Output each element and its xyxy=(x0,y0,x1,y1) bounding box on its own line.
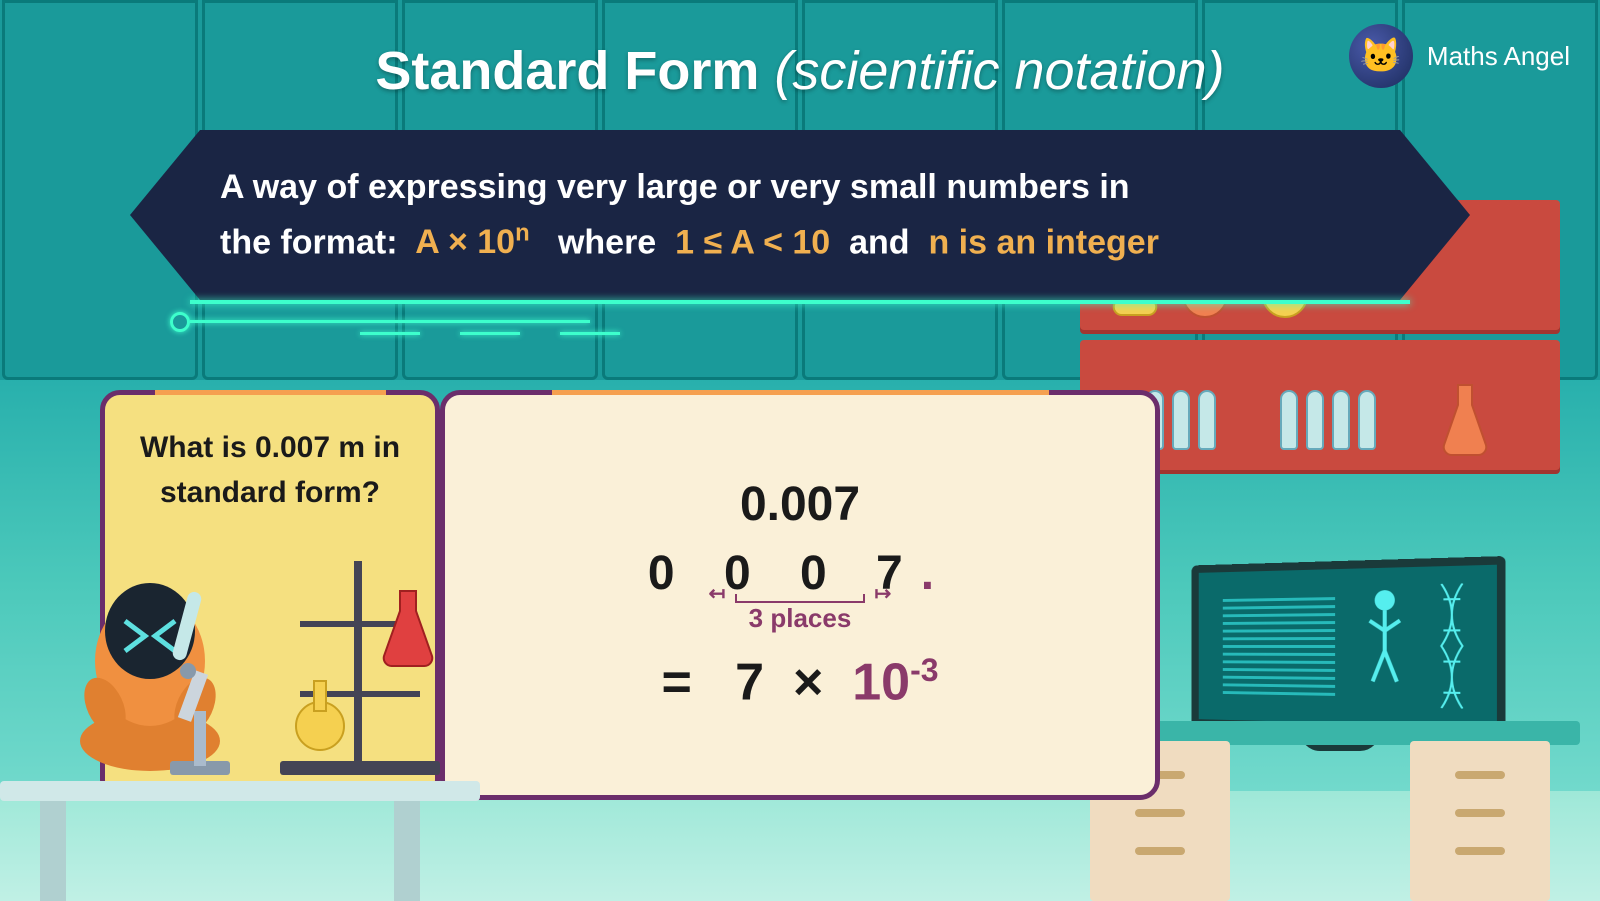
title-main: Standard Form xyxy=(375,41,759,101)
definition-where: where xyxy=(558,223,656,261)
definition-prefix: the format: xyxy=(220,223,398,261)
work-result: = 7 × 10-3 xyxy=(661,652,938,712)
definition-formula: A × 10n xyxy=(415,223,529,261)
monitor-icon xyxy=(1192,556,1506,736)
desk-left xyxy=(0,621,500,901)
definition-and: and xyxy=(849,223,909,261)
definition-line1: A way of expressing very large or very s… xyxy=(220,168,1130,206)
places-label: 3 places xyxy=(749,603,852,634)
page-title: Standard Form (scientific notation) xyxy=(0,40,1600,102)
answer-panel: 0.007 0 0 0 7. 3 places = 7 × 10-3 xyxy=(440,390,1160,800)
definition-banner: A way of expressing very large or very s… xyxy=(130,130,1470,300)
lab-stand-icon xyxy=(270,551,450,781)
definition-integer: n is an integer xyxy=(928,223,1159,261)
question-text: What is 0.007 m in standard form? xyxy=(131,425,409,515)
definition-condition: 1 ≤ A < 10 xyxy=(675,223,830,261)
work-original: 0.007 xyxy=(740,477,860,532)
microscope-icon xyxy=(160,661,240,781)
work-shifted: 0 0 0 7. xyxy=(648,546,952,601)
circuit-decoration xyxy=(160,310,660,350)
title-subtitle: (scientific notation) xyxy=(774,41,1224,101)
